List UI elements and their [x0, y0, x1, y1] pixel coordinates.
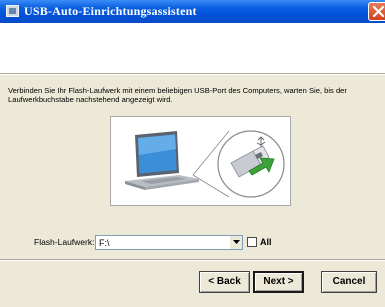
- drive-select[interactable]: F:\: [95, 235, 243, 250]
- footer-divider-highlight: [0, 260, 385, 261]
- back-button[interactable]: < Back: [199, 271, 250, 293]
- cancel-button[interactable]: Cancel: [321, 271, 377, 293]
- drive-value: F:\: [99, 238, 110, 248]
- app-icon: [6, 5, 19, 17]
- drive-label: Flash-Laufwerk:: [34, 237, 95, 247]
- all-checkbox[interactable]: [247, 237, 257, 247]
- close-icon: [372, 5, 385, 18]
- all-label: All: [260, 237, 272, 247]
- instruction-text: Verbinden Sie Ihr Flash-Laufwerk mit ein…: [8, 86, 347, 104]
- header-divider-highlight: [0, 74, 385, 75]
- title-bar[interactable]: USB-Auto-Einrichtungsassistent: [0, 0, 385, 23]
- next-button[interactable]: Next >: [253, 271, 304, 293]
- chevron-down-icon: [233, 240, 240, 244]
- dropdown-button[interactable]: [229, 236, 242, 249]
- wizard-window: USB-Auto-Einrichtungsassistent Verbinden…: [0, 0, 385, 307]
- header-panel: [0, 23, 385, 73]
- usb-illustration: [110, 116, 291, 206]
- close-button[interactable]: [368, 2, 385, 21]
- laptop-icon: [125, 131, 199, 190]
- window-title: USB-Auto-Einrichtungsassistent: [24, 4, 197, 18]
